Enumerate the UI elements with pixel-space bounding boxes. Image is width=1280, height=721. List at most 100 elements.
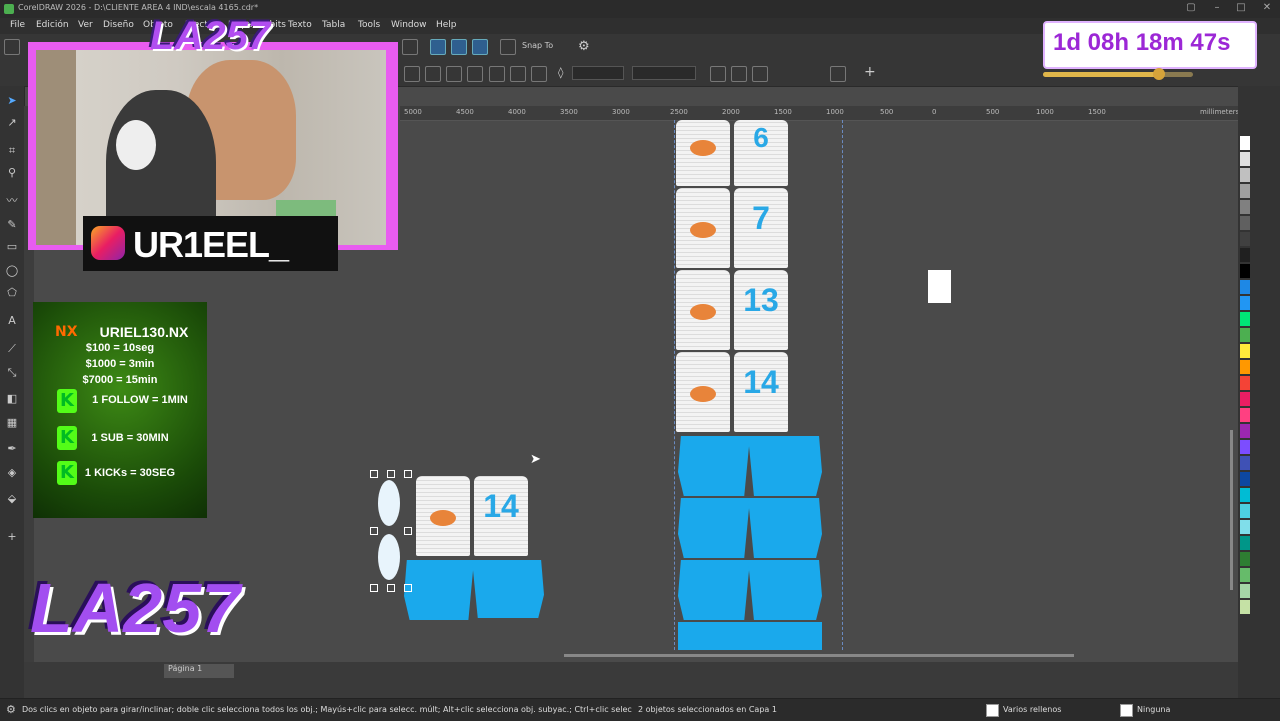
palette-swatch[interactable]: [1240, 536, 1250, 550]
palette-swatch[interactable]: [1240, 152, 1250, 166]
palette-swatch[interactable]: [1240, 296, 1250, 310]
jersey-set[interactable]: 6: [676, 120, 788, 188]
palette-swatch[interactable]: [1240, 216, 1250, 230]
line-style-dropdown[interactable]: [632, 66, 696, 80]
connector-tool-icon[interactable]: ⤡: [5, 366, 19, 380]
selection-handle[interactable]: [370, 584, 378, 592]
color-palette[interactable]: [1240, 136, 1250, 656]
weld-icon[interactable]: [404, 66, 420, 82]
guideline[interactable]: [842, 120, 843, 650]
front-minus-back-icon[interactable]: [489, 66, 505, 82]
shorts-right[interactable]: [748, 622, 822, 650]
shorts-right[interactable]: [748, 436, 822, 496]
shorts-left[interactable]: [678, 436, 750, 496]
palette-swatch[interactable]: [1240, 248, 1250, 262]
menu-ver[interactable]: Ver: [78, 20, 93, 30]
white-rectangle[interactable]: [928, 270, 951, 303]
snap-to-dropdown[interactable]: Snap To: [522, 41, 553, 50]
palette-swatch[interactable]: [1240, 344, 1250, 358]
back-minus-front-icon[interactable]: [510, 66, 526, 82]
add-icon[interactable]: +: [864, 64, 876, 80]
palette-swatch[interactable]: [1240, 408, 1250, 422]
palette-swatch[interactable]: [1240, 456, 1250, 470]
artistic-media-icon[interactable]: ✎: [5, 218, 19, 232]
polygon-tool-icon[interactable]: ⬠: [5, 286, 19, 300]
shorts-left[interactable]: [678, 622, 750, 650]
shorts-right-selected[interactable]: [472, 560, 544, 618]
palette-swatch[interactable]: [1240, 504, 1250, 518]
menu-help[interactable]: Help: [436, 20, 457, 30]
palette-swatch[interactable]: [1240, 392, 1250, 406]
settings-icon[interactable]: ⚙: [6, 703, 16, 716]
menu-tools[interactable]: Tools: [358, 20, 380, 30]
shorts-left-selected[interactable]: [404, 560, 474, 620]
palette-swatch[interactable]: [1240, 360, 1250, 374]
magnet-icon[interactable]: [500, 39, 516, 55]
show-grid-icon[interactable]: [451, 39, 467, 55]
palette-swatch[interactable]: [1240, 488, 1250, 502]
show-guidelines-icon[interactable]: [472, 39, 488, 55]
palette-swatch[interactable]: [1240, 312, 1250, 326]
crop-tool-icon[interactable]: ⌗: [5, 144, 19, 158]
ellipse-tool-icon[interactable]: ◯: [5, 264, 19, 278]
jersey-set[interactable]: 7: [676, 188, 788, 270]
menu-window[interactable]: Window: [391, 20, 427, 30]
palette-swatch[interactable]: [1240, 520, 1250, 534]
pick-tool-icon[interactable]: ➤: [5, 94, 19, 108]
palette-swatch[interactable]: [1240, 376, 1250, 390]
selection-handle[interactable]: [404, 584, 412, 592]
selection-handle[interactable]: [387, 470, 395, 478]
palette-swatch[interactable]: [1240, 328, 1250, 342]
palette-swatch[interactable]: [1240, 440, 1250, 454]
align-icon[interactable]: [710, 66, 726, 82]
guideline[interactable]: [674, 120, 675, 650]
align-distribute-icon[interactable]: [830, 66, 846, 82]
menu-edicion[interactable]: Edición: [36, 20, 69, 30]
selection-handle[interactable]: [370, 470, 378, 478]
shorts-right[interactable]: [748, 560, 822, 620]
selection-handle[interactable]: [404, 470, 412, 478]
selection-handle[interactable]: [404, 527, 412, 535]
eyedropper-tool-icon[interactable]: ✒: [5, 442, 19, 456]
new-document-icon[interactable]: [4, 39, 20, 55]
menu-texto[interactable]: Texto: [288, 20, 312, 30]
freehand-tool-icon[interactable]: 〰: [5, 194, 19, 208]
minimize-button[interactable]: –: [1206, 2, 1228, 16]
palette-swatch[interactable]: [1240, 280, 1250, 294]
horizontal-ruler[interactable]: 5000 4500 4000 3500 3000 2500 2000 1500 …: [400, 106, 1240, 121]
shorts-right[interactable]: [748, 498, 822, 558]
palette-swatch[interactable]: [1240, 584, 1250, 598]
intersect-icon[interactable]: [446, 66, 462, 82]
add-tool-icon[interactable]: +: [5, 530, 19, 544]
show-rulers-icon[interactable]: [430, 39, 446, 55]
palette-swatch[interactable]: [1240, 552, 1250, 566]
outline-pen-icon[interactable]: ◊: [558, 66, 563, 79]
ungroup-icon[interactable]: [752, 66, 768, 82]
jersey-set[interactable]: 14: [676, 352, 788, 434]
palette-swatch[interactable]: [1240, 184, 1250, 198]
zoom-tool-icon[interactable]: ⚲: [5, 166, 19, 180]
palette-swatch[interactable]: [1240, 472, 1250, 486]
maximize-button[interactable]: □: [1230, 2, 1252, 16]
simplify-icon[interactable]: [467, 66, 483, 82]
selection-handle[interactable]: [387, 584, 395, 592]
interactive-fill-icon[interactable]: ◈: [5, 466, 19, 480]
menu-tabla[interactable]: Tabla: [322, 20, 345, 30]
menu-file[interactable]: File: [10, 20, 25, 30]
full-screen-icon[interactable]: [402, 39, 418, 55]
group-icon[interactable]: [731, 66, 747, 82]
transparency-tool-icon[interactable]: ▦: [5, 416, 19, 430]
horizontal-scrollbar[interactable]: [564, 654, 1074, 657]
palette-swatch[interactable]: [1240, 200, 1250, 214]
restore-icon[interactable]: ▢: [1180, 2, 1202, 16]
fill-swatch[interactable]: [986, 704, 999, 717]
boundary-icon[interactable]: [531, 66, 547, 82]
smart-fill-icon[interactable]: ⬙: [5, 492, 19, 506]
close-button[interactable]: ✕: [1256, 2, 1278, 16]
shorts-left[interactable]: [678, 498, 750, 558]
rectangle-tool-icon[interactable]: ▭: [5, 240, 19, 254]
palette-swatch[interactable]: [1240, 264, 1250, 278]
parallel-dimension-icon[interactable]: ⟋: [5, 342, 19, 356]
outline-width-dropdown[interactable]: [572, 66, 624, 80]
palette-swatch[interactable]: [1240, 136, 1250, 150]
